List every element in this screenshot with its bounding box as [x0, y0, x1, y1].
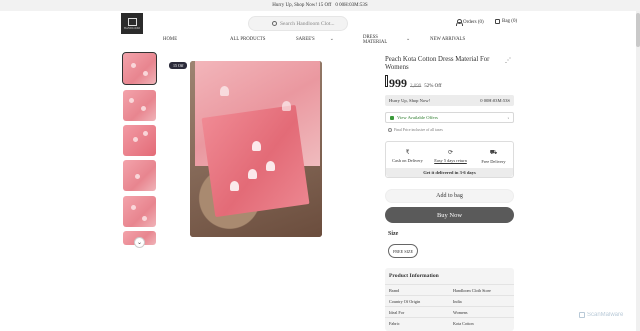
logo-text: HANDLOOM — [124, 26, 140, 30]
page-scrollbar[interactable] — [636, 11, 640, 331]
nav-item-new-arrivals[interactable]: NEW ARRIVALS — [430, 37, 466, 43]
size-heading: Size — [388, 231, 399, 237]
info-key: Ideal For — [389, 310, 405, 315]
thumbnail-1[interactable] — [122, 52, 157, 85]
motif — [220, 86, 229, 96]
nav-label: NEW ARRIVALS — [430, 37, 466, 42]
nav-item-dress-material[interactable]: DRESS MATERIAL ⌄ — [363, 35, 413, 45]
bag-link[interactable]: Bag (0) — [495, 19, 517, 24]
price-value: 999 — [389, 76, 407, 90]
cod-label: Cash on Delivery — [392, 158, 423, 163]
tax-note-text: Final Price inclusive of all taxes — [394, 128, 443, 132]
return-label: Easy 5 days return — [434, 158, 467, 163]
thumbnail-5[interactable] — [123, 196, 156, 227]
thumbnails-scroll-down-button[interactable]: ⌄ — [134, 237, 145, 248]
hurry-timer: 0 00H:03M:53S — [480, 98, 510, 103]
nav-label: ALL PRODUCTS — [230, 37, 266, 42]
nav-item-home[interactable]: HOME — [163, 37, 178, 43]
info-value: Kota Cotton — [453, 321, 474, 326]
delivery-estimate: Get it delivered in 3-6 days — [386, 168, 513, 177]
view-offers-button[interactable]: View Available Offers › — [385, 112, 514, 123]
site-logo[interactable]: HANDLOOM — [121, 13, 143, 34]
truck-icon: ⛟ — [489, 150, 498, 156]
offers-label: View Available Offers — [397, 115, 438, 120]
nav-label: DRESS MATERIAL — [363, 35, 388, 45]
product-info-title: Product Information — [389, 273, 439, 279]
nav-item-sarees[interactable]: SAREE'S ⌄ — [296, 37, 334, 43]
orders-label: Orders (0) — [463, 19, 484, 25]
add-to-bag-button[interactable]: Add to bag — [385, 189, 514, 203]
watermark-icon — [579, 312, 585, 318]
free-delivery-label: Free Delivery — [481, 159, 506, 164]
announcement-bar: Hurry Up, Shop Now! 15 Off 0 00H:03M:53S — [0, 0, 640, 11]
price: 999 — [385, 75, 407, 91]
product-main-image[interactable] — [190, 61, 322, 237]
chevron-right-icon: › — [507, 115, 509, 120]
info-row: Brand Handloom Cloth Store — [385, 284, 514, 295]
info-icon — [388, 128, 392, 132]
tax-note: Final Price inclusive of all taxes — [388, 128, 443, 132]
share-icon[interactable]: ⋰ — [505, 57, 511, 64]
buy-now-button[interactable]: Buy Now — [385, 207, 514, 223]
cod-info: ₹ Cash on Delivery — [386, 149, 429, 163]
user-icon — [456, 19, 463, 26]
info-row: Ideal For Womens — [385, 306, 514, 317]
thumbnail-3[interactable] — [123, 125, 156, 156]
size-option-free-size[interactable]: FREE SIZE — [388, 244, 418, 258]
motif — [252, 141, 261, 151]
currency-icon — [385, 75, 388, 87]
main-nav: HOME ALL PRODUCTS SAREE'S ⌄ DRESS MATERIA… — [0, 35, 640, 47]
motif — [282, 101, 291, 111]
info-row: Fabric Kota Cotton — [385, 317, 514, 328]
search-input[interactable]: Search Handloom Clot... — [248, 16, 348, 31]
return-info[interactable]: ⟳ Easy 5 days return — [429, 149, 472, 163]
site-header: HANDLOOM Search Handloom Clot... Orders … — [0, 11, 640, 35]
nav-item-all-products[interactable]: ALL PRODUCTS — [230, 37, 266, 43]
price-row: 999 2,099 52% Off — [385, 75, 442, 91]
chevron-down-icon: ⌄ — [136, 240, 143, 246]
motif — [266, 161, 275, 171]
product-title: Peach Kota Cotton Dress Material For Wom… — [385, 56, 490, 71]
tag-icon — [390, 115, 394, 120]
info-row: Country Of Origin India — [385, 295, 514, 306]
watermark-text: ScanMalware — [587, 312, 624, 318]
discount-text: 52% Off — [424, 84, 442, 89]
image-fabric — [201, 104, 310, 218]
hurry-banner: Hurry Up, Shop Now! 0 00H:03M:53S — [385, 95, 514, 106]
scrollbar-thumb[interactable] — [636, 13, 640, 47]
return-icon: ⟳ — [447, 150, 454, 156]
chevron-down-icon: ⌄ — [406, 37, 411, 43]
thumbnail-4[interactable] — [123, 160, 156, 191]
discount-badge: 15 Off — [169, 62, 188, 69]
search-placeholder: Search Handloom Clot... — [280, 20, 335, 27]
chevron-down-icon: ⌄ — [329, 37, 334, 42]
info-value: Handloom Cloth Store — [453, 288, 491, 293]
motif — [248, 169, 257, 179]
thumbnail-2[interactable] — [123, 90, 156, 121]
info-key: Country Of Origin — [389, 299, 421, 304]
info-key: Fabric — [389, 321, 400, 326]
info-value: Womens — [453, 310, 468, 315]
bag-icon — [495, 19, 500, 24]
free-delivery-info: ⛟ Free Delivery — [472, 149, 515, 164]
mrp: 2,099 — [410, 84, 422, 89]
orders-link[interactable]: Orders (0) — [456, 19, 484, 26]
cash-icon: ₹ — [405, 150, 410, 156]
motif — [230, 181, 239, 191]
info-value: India — [453, 299, 462, 304]
watermark: ScanMalware — [579, 312, 623, 318]
nav-label: HOME — [163, 37, 178, 42]
announcement-text: Hurry Up, Shop Now! 15 Off — [272, 3, 332, 8]
delivery-info: ₹ Cash on Delivery ⟳ Easy 5 days return ⛟ F… — [385, 141, 514, 178]
hurry-text: Hurry Up, Shop Now! — [389, 98, 431, 103]
bag-label: Bag (0) — [502, 19, 518, 24]
logo-mark-icon — [127, 17, 137, 26]
info-key: Brand — [389, 288, 400, 293]
search-icon — [272, 21, 277, 26]
product-information: Product Information Brand Handloom Cloth … — [385, 268, 514, 331]
nav-label: SAREE'S — [296, 37, 315, 42]
announcement-timer: 0 00H:03M:53S — [335, 3, 368, 8]
